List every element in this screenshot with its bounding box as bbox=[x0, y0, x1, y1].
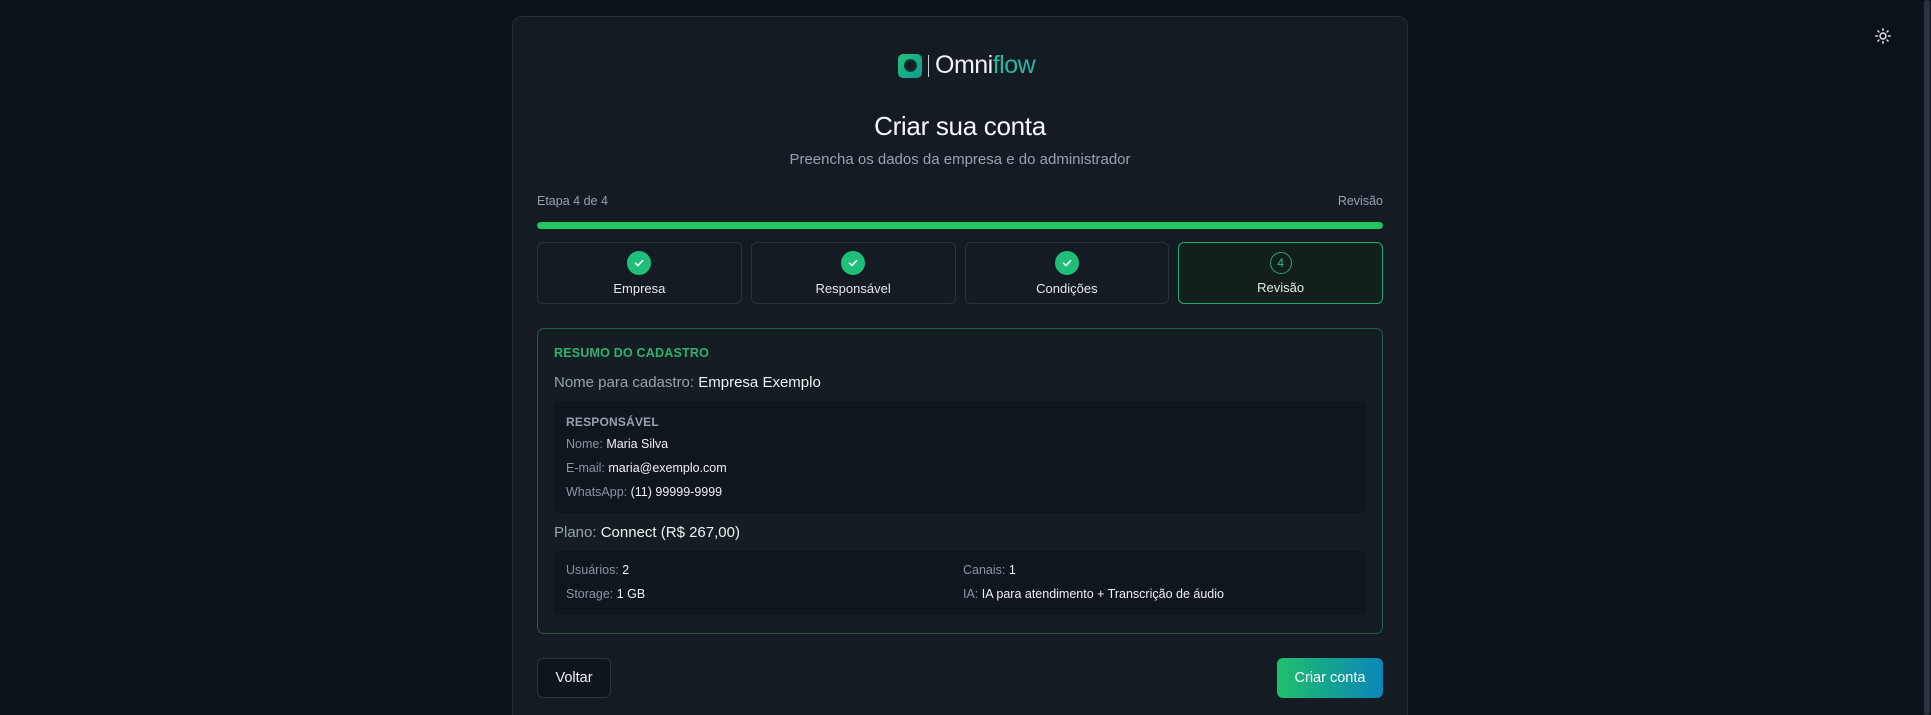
plan-channels: Canais: 1 bbox=[963, 563, 1016, 577]
plan-details-box: Usuários: 2 Canais: 1 Storage: 1 GB IA: … bbox=[554, 551, 1366, 615]
responsible-title: RESPONSÁVEL bbox=[566, 415, 659, 429]
plan-storage: Storage: 1 GB bbox=[566, 587, 646, 601]
page-title: Criar sua conta bbox=[874, 111, 1046, 141]
responsible-name: Nome: Maria Silva bbox=[566, 437, 669, 451]
back-button[interactable]: Voltar bbox=[537, 658, 611, 698]
create-account-button[interactable]: Criar conta bbox=[1277, 658, 1383, 698]
logo-divider bbox=[928, 54, 929, 77]
step-empresa[interactable]: Empresa bbox=[537, 242, 742, 304]
logo-mark-icon bbox=[898, 53, 922, 78]
responsible-email: E-mail: maria@exemplo.com bbox=[566, 461, 727, 475]
check-icon bbox=[841, 250, 866, 275]
step-number-badge: 4 bbox=[1269, 251, 1292, 274]
plan-ai: IA: IA para atendimento + Transcrição de… bbox=[963, 587, 1224, 601]
step-responsavel[interactable]: Responsável bbox=[750, 242, 956, 304]
logo-wordmark: Omniflow bbox=[935, 51, 1036, 79]
summary-title: RESUMO DO CADASTRO bbox=[554, 346, 709, 360]
omniflow-logo: Omniflow bbox=[898, 51, 1036, 80]
signup-card: Omniflow Criar sua conta Preencha os dad… bbox=[512, 16, 1408, 715]
step-counter: Etapa 4 de 4 bbox=[537, 194, 608, 208]
step-label: Responsável bbox=[815, 280, 891, 296]
company-name-line: Nome para cadastro: Empresa Exemplo bbox=[554, 374, 821, 391]
step-label: Revisão bbox=[1257, 279, 1305, 295]
steps-nav: Empresa Responsável Condições 4 Revisão bbox=[537, 242, 1383, 304]
check-icon bbox=[627, 250, 652, 275]
responsible-whatsapp: WhatsApp: (11) 99999-9999 bbox=[566, 485, 723, 499]
progress-bar-fill bbox=[537, 222, 1383, 229]
company-name-value: Empresa Exemplo bbox=[698, 374, 821, 391]
step-indicator: Etapa 4 de 4 Revisão bbox=[537, 194, 1383, 208]
current-step-label: Revisão bbox=[1337, 194, 1383, 208]
sun-icon bbox=[1875, 28, 1891, 44]
plan-users: Usuários: 2 bbox=[566, 563, 630, 577]
registration-summary: RESUMO DO CADASTRO Nome para cadastro: E… bbox=[537, 328, 1383, 634]
scrollbar-thumb[interactable] bbox=[1924, 0, 1930, 715]
theme-toggle-button[interactable] bbox=[1871, 24, 1895, 48]
progress-bar bbox=[537, 222, 1383, 229]
check-icon bbox=[1054, 250, 1079, 275]
step-revisao[interactable]: 4 Revisão bbox=[1178, 242, 1383, 304]
plan-line: Plano: Connect (R$ 267,00) bbox=[554, 524, 740, 541]
step-condicoes[interactable]: Condições bbox=[964, 242, 1170, 304]
page-scrollbar[interactable] bbox=[1923, 0, 1931, 715]
step-label: Condições bbox=[1036, 280, 1098, 296]
responsible-box: RESPONSÁVEL Nome: Maria Silva E-mail: ma… bbox=[554, 401, 1366, 513]
step-label: Empresa bbox=[613, 280, 666, 296]
page-subtitle: Preencha os dados da empresa e do admini… bbox=[789, 151, 1131, 168]
plan-value: Connect (R$ 267,00) bbox=[600, 524, 740, 541]
